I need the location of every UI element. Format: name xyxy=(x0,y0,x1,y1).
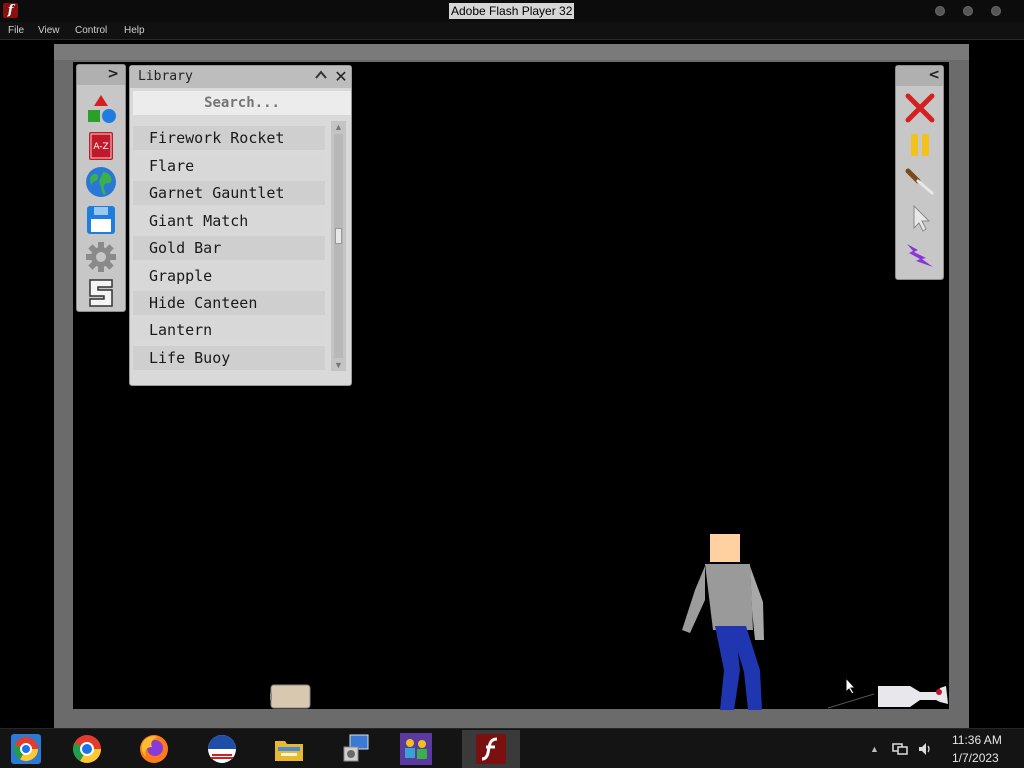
list-item-gold-bar[interactable]: Gold Bar xyxy=(133,236,325,260)
list-item-life-buoy[interactable]: Life Buoy xyxy=(133,346,325,370)
chevron-up-icon xyxy=(315,70,327,79)
clock-date[interactable]: 1/7/2023 xyxy=(952,751,1012,765)
globe-icon[interactable] xyxy=(85,166,117,198)
list-item-lantern[interactable]: Lantern xyxy=(133,318,325,342)
collapse-left-toolbar-button[interactable]: > xyxy=(107,66,119,82)
scroll-thumb[interactable] xyxy=(335,228,342,244)
shapes-icon[interactable] xyxy=(85,93,117,125)
tray-expand-arrow-icon[interactable]: ▲ xyxy=(870,741,886,757)
list-item-flare[interactable]: Flare xyxy=(133,154,325,178)
collapse-right-toolbar-button[interactable]: < xyxy=(928,67,940,83)
left-toolbar-header: > xyxy=(77,65,125,85)
library-book-icon[interactable]: A-Z xyxy=(85,130,117,162)
list-item-giant-match[interactable]: Giant Match xyxy=(133,209,325,233)
chrome-icon[interactable] xyxy=(71,733,103,765)
volume-icon[interactable] xyxy=(917,741,933,757)
network-status-icon[interactable] xyxy=(892,741,908,757)
windows-taskbar: ▲ xyxy=(0,728,1024,768)
library-title: Library xyxy=(138,69,193,84)
flash-app-icon: f xyxy=(3,3,18,18)
menu-bar: File View Control Help xyxy=(0,22,1024,40)
right-toolbar-header: < xyxy=(896,66,943,86)
library-search-input[interactable] xyxy=(133,91,351,115)
window-title: Adobe Flash Player 32 xyxy=(449,3,575,19)
settings-gear-icon[interactable] xyxy=(85,241,117,273)
mouse-cursor-icon xyxy=(845,676,857,695)
list-item-garnet-gauntlet[interactable]: Garnet Gauntlet xyxy=(133,181,325,205)
menu-control[interactable]: Control xyxy=(75,25,107,37)
scroll-down-arrow-icon[interactable]: ▼ xyxy=(331,359,346,371)
minimize-button[interactable] xyxy=(935,6,945,16)
chrome-icon[interactable] xyxy=(10,733,42,765)
library-scrollbar[interactable]: ▲ ▼ xyxy=(331,121,346,371)
list-item-firework-rocket[interactable]: Firework Rocket xyxy=(133,126,325,150)
list-item-grapple[interactable]: Grapple xyxy=(133,264,325,288)
library-header: Library ✕ xyxy=(130,66,351,88)
scroll-track[interactable] xyxy=(334,134,343,358)
maximize-button[interactable] xyxy=(963,6,973,16)
pointer-icon[interactable] xyxy=(904,202,936,234)
list-item-hide-canteen[interactable]: Hide Canteen xyxy=(133,291,325,315)
control-panel-icon[interactable] xyxy=(340,733,372,765)
flash-player-icon[interactable] xyxy=(475,733,507,765)
menu-file[interactable]: File xyxy=(8,25,24,37)
library-collapse-button[interactable] xyxy=(313,68,329,84)
window-titlebar: f Adobe Flash Player 32 xyxy=(0,0,1024,22)
save-disk-icon[interactable] xyxy=(85,204,117,236)
obama-logo-icon[interactable] xyxy=(206,733,238,765)
menu-view[interactable]: View xyxy=(38,25,60,37)
firefox-icon[interactable] xyxy=(138,733,170,765)
right-toolbar: < xyxy=(895,65,944,280)
battery-object[interactable] xyxy=(270,684,312,709)
library-book-label: A-Z xyxy=(93,142,108,152)
network-users-icon[interactable] xyxy=(395,729,437,768)
file-explorer-icon[interactable] xyxy=(273,733,305,765)
library-item-list: ' ' Firework Rocket Flare Garnet Gauntle… xyxy=(133,116,329,374)
s-logo-icon[interactable] xyxy=(85,277,117,309)
lightning-icon[interactable] xyxy=(904,238,936,270)
stage-top-strip xyxy=(54,44,969,60)
clock-time[interactable]: 11:36 AM xyxy=(952,733,1012,747)
knife-icon[interactable] xyxy=(904,165,936,197)
library-panel: Library ✕ ' ' Firework Rocket Flare Garn… xyxy=(129,65,352,386)
ragdoll-character[interactable] xyxy=(660,530,780,710)
delete-x-icon[interactable] xyxy=(904,92,936,124)
left-toolbar: > A-Z xyxy=(76,64,126,312)
menu-help[interactable]: Help xyxy=(124,25,145,37)
scroll-up-arrow-icon[interactable]: ▲ xyxy=(331,121,346,133)
close-window-button[interactable] xyxy=(991,6,1001,16)
library-close-button[interactable]: ✕ xyxy=(332,67,350,86)
pause-icon[interactable] xyxy=(904,129,936,161)
